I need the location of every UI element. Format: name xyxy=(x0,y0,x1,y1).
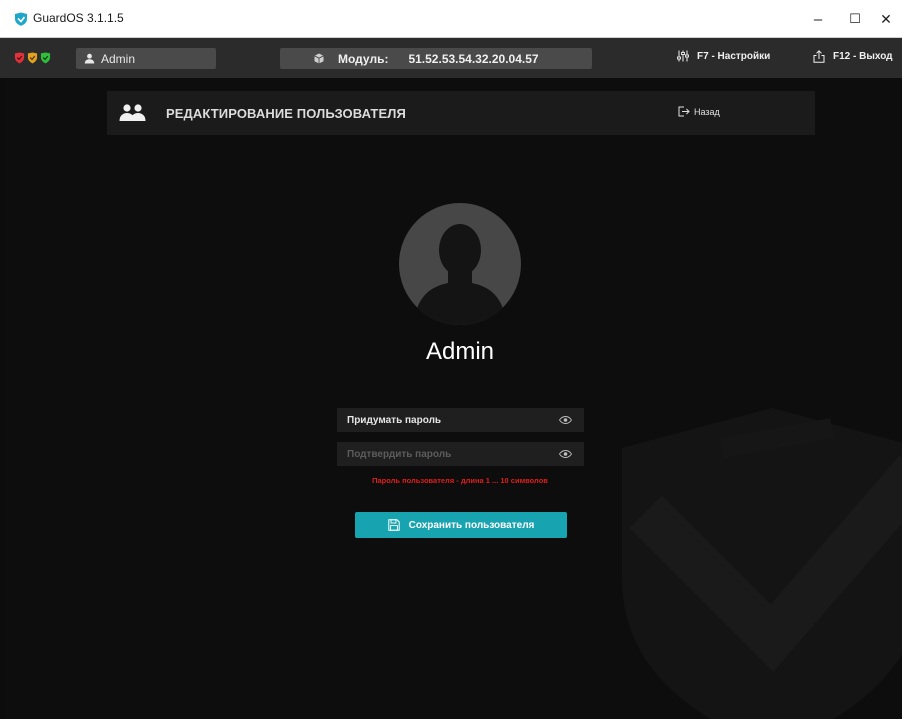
current-user-chip[interactable]: Admin xyxy=(76,48,216,69)
close-button[interactable]: ✕ xyxy=(866,0,902,38)
back-button[interactable]: Назад xyxy=(678,106,720,117)
save-user-label: Сохранить пользователя xyxy=(408,519,535,531)
shield-icon-green xyxy=(40,52,51,64)
window-titlebar: GuardOS 3.1.1.5 – ☐ ✕ xyxy=(0,0,902,38)
minimize-button[interactable]: – xyxy=(798,0,838,38)
guardos-logo-icon xyxy=(15,12,27,26)
confirm-password-field[interactable]: Подтвердить пароль xyxy=(337,442,584,466)
main-content: РЕДАКТИРОВАНИЕ ПОЛЬЗОВАТЕЛЯ Назад Admin … xyxy=(6,78,902,719)
module-chip: Модуль: 51.52.53.54.32.20.04.57 xyxy=(280,48,592,69)
users-group-icon xyxy=(119,104,146,121)
settings-button[interactable]: F7 - Настройки xyxy=(677,50,770,62)
module-icon xyxy=(314,53,324,64)
avatar xyxy=(399,203,521,325)
shield-icon-red xyxy=(14,52,25,64)
window-title: GuardOS 3.1.1.5 xyxy=(33,11,124,25)
new-password-placeholder: Придумать пароль xyxy=(347,414,442,426)
user-icon xyxy=(84,53,95,64)
status-shields xyxy=(14,52,51,64)
shield-icon-orange xyxy=(27,52,38,64)
page-header: РЕДАКТИРОВАНИЕ ПОЛЬЗОВАТЕЛЯ Назад xyxy=(107,91,815,135)
background-shield-watermark xyxy=(622,408,902,719)
back-label: Назад xyxy=(694,106,720,117)
eye-icon[interactable] xyxy=(559,450,572,458)
share-exit-icon xyxy=(813,50,825,63)
sign-out-icon xyxy=(678,106,690,117)
new-password-field[interactable]: Придумать пароль xyxy=(337,408,584,432)
module-value: 51.52.53.54.32.20.04.57 xyxy=(408,51,539,66)
sliders-icon xyxy=(677,50,689,62)
exit-button[interactable]: F12 - Выход xyxy=(813,50,893,63)
exit-label: F12 - Выход xyxy=(833,51,893,62)
settings-label: F7 - Настройки xyxy=(697,50,771,62)
page-title: РЕДАКТИРОВАНИЕ ПОЛЬЗОВАТЕЛЯ xyxy=(166,106,406,121)
eye-icon[interactable] xyxy=(559,416,572,424)
app-topbar: Admin Модуль: 51.52.53.54.32.20.04.57 F7… xyxy=(0,38,902,78)
current-user-name: Admin xyxy=(101,51,136,66)
user-silhouette-icon xyxy=(413,224,507,325)
confirm-password-placeholder: Подтвердить пароль xyxy=(347,448,452,460)
save-user-button[interactable]: Сохранить пользователя xyxy=(355,512,567,538)
floppy-disk-icon xyxy=(387,519,400,531)
module-label: Модуль: xyxy=(338,51,389,66)
user-display-name: Admin xyxy=(425,338,495,365)
password-error-message: Пароль пользователя - длина 1 ... 10 сим… xyxy=(372,476,548,485)
